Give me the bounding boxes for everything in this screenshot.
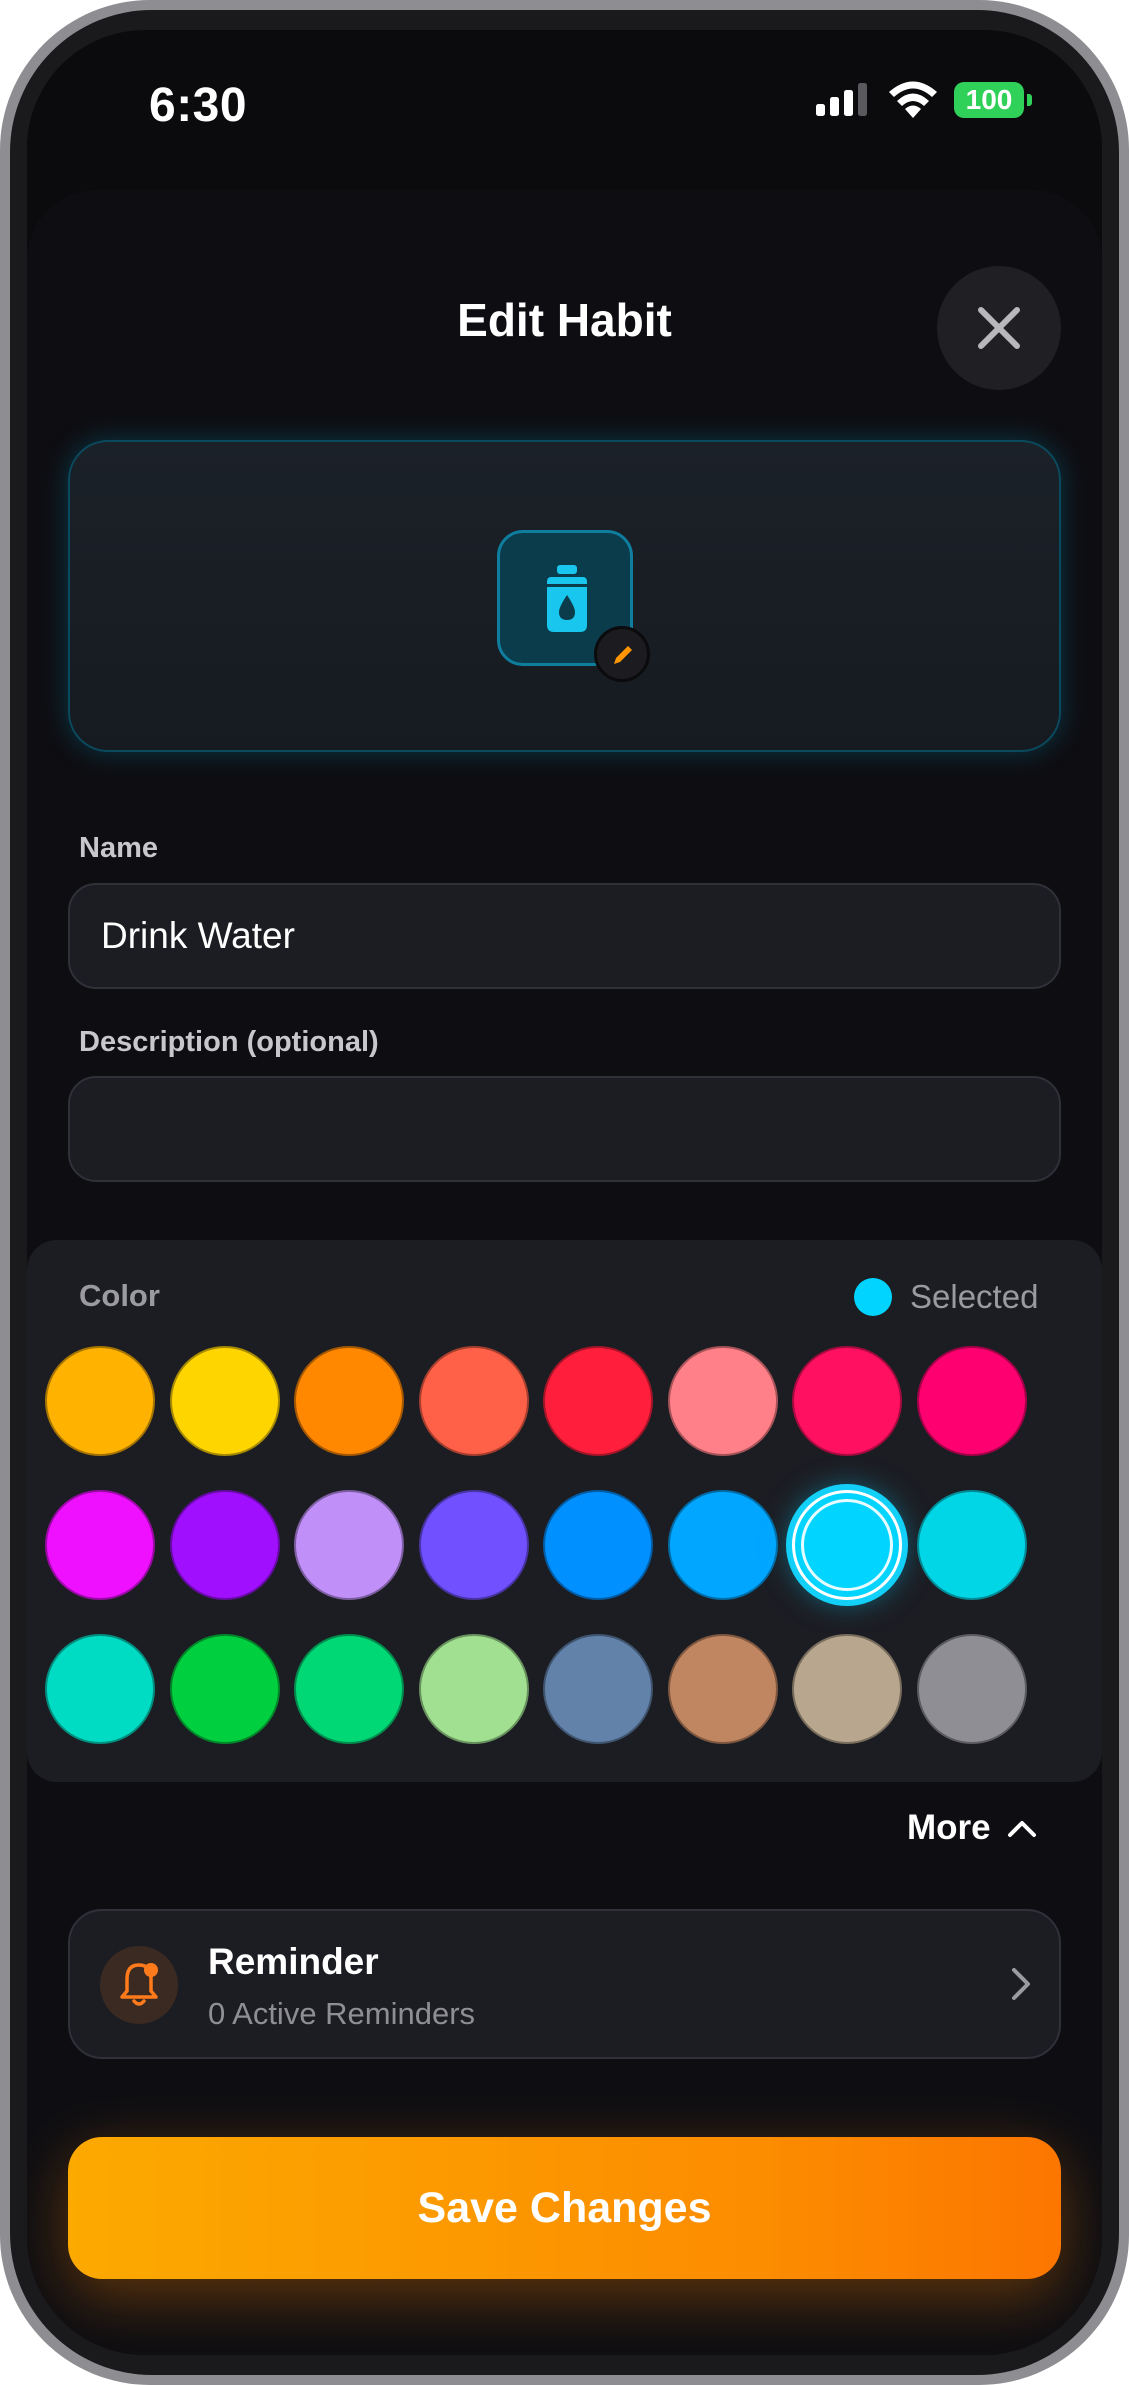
color-swatch[interactable] [667, 1346, 778, 1456]
reminder-subtitle: 0 Active Reminders [208, 1996, 476, 2031]
reminder-icon-container [100, 1946, 178, 2024]
color-swatch[interactable] [916, 1490, 1027, 1600]
edit-icon-badge[interactable] [594, 626, 650, 682]
edit-habit-sheet: Edit Habit Name Drink Water Description … [27, 190, 1102, 2355]
color-swatch[interactable] [45, 1490, 155, 1600]
color-swatch[interactable] [294, 1490, 404, 1600]
color-swatch[interactable] [294, 1346, 404, 1456]
status-time: 6:30 [149, 79, 248, 132]
color-swatch[interactable] [792, 1346, 902, 1456]
reminder-row[interactable]: Reminder 0 Active Reminders [68, 1909, 1061, 2059]
color-swatch[interactable] [916, 1346, 1027, 1456]
more-label: More [907, 1808, 991, 1847]
color-swatch[interactable] [543, 1346, 653, 1456]
more-toggle[interactable]: More [907, 1803, 1037, 1853]
description-field[interactable] [68, 1076, 1061, 1182]
color-swatch[interactable] [667, 1634, 778, 1744]
color-swatch[interactable] [418, 1634, 529, 1744]
close-button[interactable] [937, 266, 1061, 390]
screen: 6:30 100 Edit Habit Name Drink Water Des… [27, 30, 1102, 2355]
wifi-icon [889, 81, 937, 118]
color-swatch[interactable] [792, 1634, 902, 1744]
reminder-title: Reminder [208, 1941, 379, 1982]
close-icon [978, 307, 1020, 349]
color-swatch[interactable] [667, 1490, 778, 1600]
selected-label: Selected [910, 1278, 1039, 1315]
name-label: Name [79, 832, 158, 864]
chevron-up-icon [1007, 1821, 1036, 1837]
color-picker-panel: Color Selected [27, 1240, 1102, 1782]
description-label: Description (optional) [79, 1026, 379, 1058]
color-swatch[interactable] [792, 1490, 902, 1600]
color-swatch[interactable] [169, 1490, 280, 1600]
color-swatch[interactable] [916, 1634, 1027, 1744]
color-swatch[interactable] [543, 1634, 653, 1744]
water-bottle-icon [547, 565, 587, 632]
save-changes-button[interactable]: Save Changes [68, 2137, 1061, 2279]
chevron-right-icon [1012, 1968, 1030, 2000]
bell-icon [120, 1963, 158, 2006]
color-swatch[interactable] [418, 1490, 529, 1600]
cellular-signal-icon [816, 83, 867, 116]
color-swatch[interactable] [294, 1634, 404, 1744]
color-swatch[interactable] [169, 1634, 280, 1744]
habit-preview-card [68, 440, 1061, 752]
color-swatch[interactable] [45, 1634, 155, 1744]
color-label: Color [79, 1278, 160, 1313]
selected-color-indicator [854, 1278, 892, 1316]
color-swatch[interactable] [418, 1346, 529, 1456]
habit-icon-button[interactable] [497, 530, 650, 682]
name-field[interactable]: Drink Water [68, 883, 1061, 989]
pencil-icon [614, 646, 632, 664]
color-swatch[interactable] [543, 1490, 653, 1600]
color-swatch[interactable] [45, 1346, 155, 1456]
color-swatch[interactable] [169, 1346, 280, 1456]
battery-indicator: 100 [954, 82, 1032, 118]
